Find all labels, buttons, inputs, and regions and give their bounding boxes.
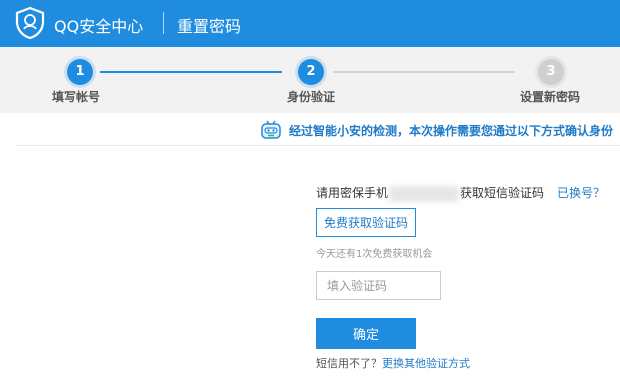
step-1-circle: 1 [67, 59, 93, 85]
step-3-label: 设置新密码 [520, 90, 581, 104]
page-title: 重置密码 [177, 17, 242, 36]
phone-suffix-text: 获取短信验证码 [460, 186, 545, 200]
step-2-circle: 2 [298, 59, 324, 85]
confirm-button[interactable]: 确定 [316, 318, 416, 349]
step-connector-1 [100, 71, 282, 73]
phone-prefix-text: 请用密保手机 [316, 186, 389, 200]
step-2-label: 身份验证 [287, 90, 336, 104]
verification-notice: 经过智能小安的检测，本次操作需要您通过以下方式确认身份 [16, 113, 620, 146]
header-divider [163, 12, 164, 34]
alternative-verification: 短信用不了？更换其他验证方式 [316, 355, 470, 371]
robot-icon [261, 120, 281, 139]
step-1-label: 填写帐号 [52, 90, 101, 104]
other-methods-link[interactable]: 更换其他验证方式 [382, 357, 470, 370]
brand-title: QQ安全中心 [54, 17, 144, 36]
verification-code-input[interactable] [316, 271, 441, 300]
sms-unavailable-text: 短信用不了？ [316, 357, 382, 370]
sms-verification-form: 请用密保手机 获取短信验证码 已换号？ 免费获取验证码 今天还有1次免费获取机会 … [0, 146, 620, 380]
step-3-circle: 3 [538, 59, 564, 85]
phone-instruction: 请用密保手机 获取短信验证码 [316, 184, 544, 202]
changed-number-link[interactable]: 已换号？ [557, 184, 605, 201]
free-attempts-hint: 今天还有1次免费获取机会 [316, 249, 433, 260]
qq-security-logo-icon [15, 6, 45, 40]
header-bar: QQ安全中心 重置密码 [0, 0, 620, 47]
notice-text: 经过智能小安的检测，本次操作需要您通过以下方式确认身份 [289, 124, 614, 138]
get-sms-code-button[interactable]: 免费获取验证码 [316, 208, 416, 237]
masked-phone-number [389, 185, 460, 202]
step-connector-2 [333, 71, 515, 73]
progress-steps: 1 2 3 填写帐号 身份验证 设置新密码 [0, 47, 620, 113]
